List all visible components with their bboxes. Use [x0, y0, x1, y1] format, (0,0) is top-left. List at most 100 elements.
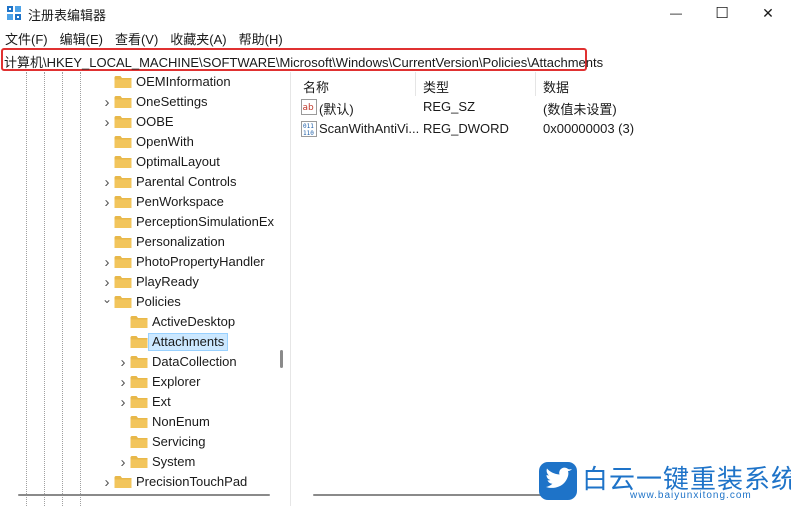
folder-icon — [114, 256, 132, 268]
tree-item-explorer[interactable]: › Explorer — [0, 372, 290, 392]
tree-vertical-scrollbar[interactable] — [280, 350, 283, 368]
tree-item-label[interactable]: OOBE — [132, 113, 178, 131]
tree-item-oeminformation[interactable]: OEMInformation — [0, 72, 290, 92]
chevron-right-icon[interactable]: › — [102, 472, 112, 492]
column-divider[interactable] — [415, 72, 416, 96]
watermark-url: www.baiyunxitong.com — [630, 490, 752, 501]
chevron-right-icon[interactable]: › — [102, 112, 112, 132]
tree-item-nonenum[interactable]: NonEnum — [0, 412, 290, 432]
folder-icon — [114, 76, 132, 88]
folder-icon — [114, 216, 132, 228]
minimize-button[interactable]: — — [653, 0, 699, 26]
list-horizontal-scrollbar[interactable] — [313, 494, 543, 496]
tree-item-servicing[interactable]: Servicing — [0, 432, 290, 452]
list-item[interactable]: ab (默认) REG_SZ (数值未设置) — [295, 96, 791, 118]
tree-item-activedesktop[interactable]: ActiveDesktop — [0, 312, 290, 332]
tree-item-penworkspace[interactable]: › PenWorkspace — [0, 192, 290, 212]
folder-icon — [114, 116, 132, 128]
tree-item-label[interactable]: Parental Controls — [132, 173, 240, 191]
folder-icon — [130, 376, 148, 388]
maximize-button[interactable]: ☐ — [699, 0, 745, 26]
tree-item-label[interactable]: OptimalLayout — [132, 153, 224, 171]
svg-text:011: 011 — [303, 123, 314, 130]
tree-item-parental-controls[interactable]: › Parental Controls — [0, 172, 290, 192]
key-tree-pane[interactable]: OEMInformation › OneSettings › OOBE OpenWith O… — [0, 72, 290, 506]
folder-icon — [114, 96, 132, 108]
folder-icon — [130, 356, 148, 368]
chevron-right-icon[interactable]: › — [118, 452, 128, 472]
tree-item-oobe[interactable]: › OOBE — [0, 112, 290, 132]
folder-icon — [130, 396, 148, 408]
value-type: REG_DWORD — [423, 121, 509, 136]
tree-item-label[interactable]: OEMInformation — [132, 73, 235, 91]
chevron-right-icon[interactable]: › — [102, 192, 112, 212]
tree-item-optimallayout[interactable]: OptimalLayout — [0, 152, 290, 172]
folder-icon — [114, 156, 132, 168]
tree-item-label[interactable]: PlayReady — [132, 273, 203, 291]
list-item[interactable]: 011 110 ScanWithAntiVi... REG_DWORD 0x00… — [295, 118, 791, 140]
folder-icon — [114, 196, 132, 208]
menu-view[interactable]: 查看(V) — [110, 27, 165, 47]
address-path[interactable]: 计算机\HKEY_LOCAL_MACHINE\SOFTWARE\Microsof… — [4, 52, 603, 71]
title-bar: 注册表编辑器 — ☐ ✕ — [0, 0, 791, 26]
chevron-right-icon[interactable]: › — [118, 352, 128, 372]
menu-help[interactable]: 帮助(H) — [234, 27, 290, 47]
tree-item-label[interactable]: NonEnum — [148, 413, 214, 431]
tree-horizontal-scrollbar[interactable] — [18, 494, 270, 496]
tree-item-label[interactable]: Personalization — [132, 233, 229, 251]
tree-item-datacollection[interactable]: › DataCollection — [0, 352, 290, 372]
minimize-icon: — — [670, 6, 682, 20]
tree-item-openwith[interactable]: OpenWith — [0, 132, 290, 152]
tree-item-ext[interactable]: › Ext — [0, 392, 290, 412]
tree-item-label[interactable]: System — [148, 453, 199, 471]
tree-item-label[interactable]: PenWorkspace — [132, 193, 228, 211]
column-divider[interactable] — [535, 72, 536, 96]
folder-icon — [130, 416, 148, 428]
column-header-type[interactable]: 类型 — [423, 77, 449, 96]
tree-item-label[interactable]: OpenWith — [132, 133, 198, 151]
column-header-data[interactable]: 数据 — [543, 77, 569, 96]
value-data: 0x00000003 (3) — [543, 121, 635, 136]
tree-item-photopropertyhandler[interactable]: › PhotoPropertyHandler — [0, 252, 290, 272]
chevron-right-icon[interactable]: › — [118, 392, 128, 412]
value-name: (默认) — [319, 102, 354, 117]
column-header-name[interactable]: 名称 — [303, 77, 329, 96]
tree-item-label[interactable]: Policies — [132, 293, 185, 311]
chevron-right-icon[interactable]: › — [102, 92, 112, 112]
tree-item-policies[interactable]: ⌄ Policies — [0, 292, 290, 312]
tree-item-attachments[interactable]: Attachments — [0, 332, 290, 352]
chevron-right-icon[interactable]: › — [118, 372, 128, 392]
tree-item-precisiontouchpad[interactable]: › PrecisionTouchPad — [0, 472, 290, 492]
tree-item-playready[interactable]: › PlayReady — [0, 272, 290, 292]
value-type: REG_SZ — [423, 99, 476, 114]
folder-icon — [114, 236, 132, 248]
chevron-right-icon[interactable]: › — [102, 172, 112, 192]
menu-favorites[interactable]: 收藏夹(A) — [165, 27, 233, 47]
tree-item-label[interactable]: ActiveDesktop — [148, 313, 239, 331]
folder-icon — [130, 456, 148, 468]
menu-file[interactable]: 文件(F) — [0, 27, 55, 47]
tree-item-label[interactable]: DataCollection — [148, 353, 241, 371]
tree-item-label[interactable]: Attachments — [148, 333, 229, 351]
chevron-down-icon[interactable]: ⌄ — [102, 289, 112, 309]
registry-editor-icon — [7, 6, 21, 20]
values-list-pane[interactable]: 名称 类型 数据 ab (默认) REG_SZ (数值未设置) 011 110 … — [295, 72, 791, 506]
tree-item-system[interactable]: › System — [0, 452, 290, 472]
tree-item-label[interactable]: Explorer — [148, 373, 204, 391]
tree-item-label[interactable]: Servicing — [148, 433, 209, 451]
close-button[interactable]: ✕ — [745, 0, 791, 26]
tree-item-personalization[interactable]: Personalization — [0, 232, 290, 252]
bird-logo-icon — [539, 462, 577, 500]
folder-icon — [130, 316, 148, 328]
chevron-right-icon[interactable]: › — [102, 252, 112, 272]
tree-item-label[interactable]: PerceptionSimulationEx — [132, 213, 278, 231]
tree-item-label[interactable]: PhotoPropertyHandler — [132, 253, 269, 271]
menu-edit[interactable]: 编辑(E) — [55, 27, 110, 47]
tree-item-perceptionsimulationex[interactable]: PerceptionSimulationEx — [0, 212, 290, 232]
tree-item-label[interactable]: PrecisionTouchPad — [132, 473, 251, 491]
address-bar[interactable]: 计算机\HKEY_LOCAL_MACHINE\SOFTWARE\Microsof… — [0, 48, 791, 72]
tree-item-label[interactable]: OneSettings — [132, 93, 212, 111]
tree-item-label[interactable]: Ext — [148, 393, 175, 411]
string-value-icon: ab — [301, 99, 317, 115]
tree-item-onesettings[interactable]: › OneSettings — [0, 92, 290, 112]
